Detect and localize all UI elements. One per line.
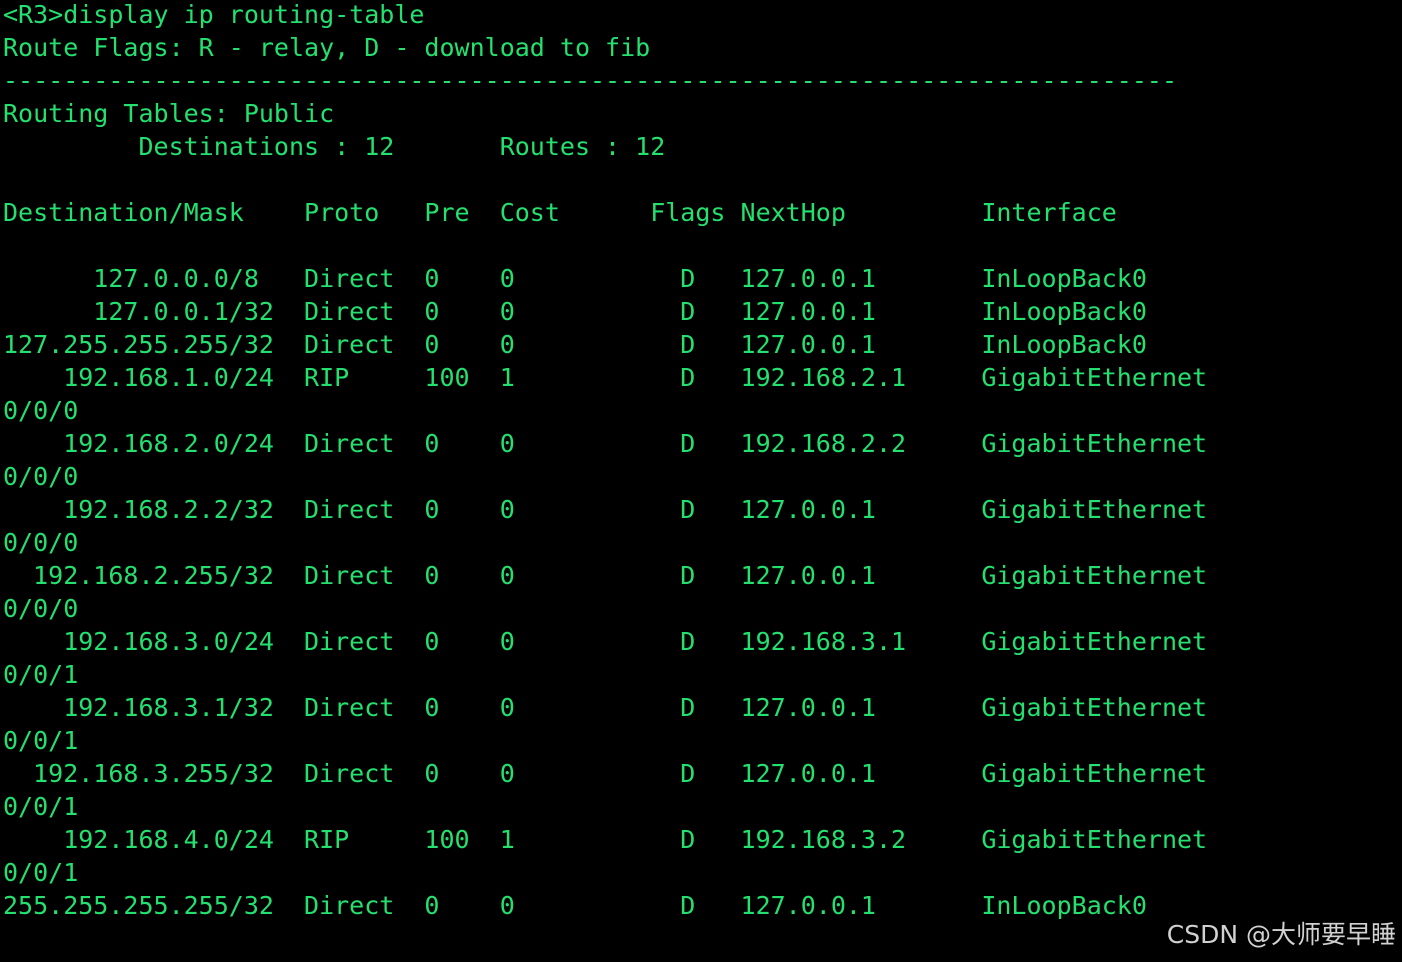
table-row-wrap: 0/0/1 xyxy=(3,660,79,689)
table-row-wrap: 0/0/0 xyxy=(3,528,79,557)
separator-line: ----------------------------------------… xyxy=(3,66,1177,95)
route-flags-legend: Route Flags: R - relay, D - download to … xyxy=(3,33,651,62)
table-row-wrap: 0/0/1 xyxy=(3,792,79,821)
table-row-wrap: 0/0/1 xyxy=(3,858,79,887)
command-line: <R3>display ip routing-table xyxy=(3,0,425,29)
terminal-window[interactable]: <R3>display ip routing-table Route Flags… xyxy=(0,0,1402,962)
table-row: 192.168.2.255/32 Direct 0 0 D 127.0.0.1 … xyxy=(3,561,1208,590)
table-row: 192.168.3.1/32 Direct 0 0 D 127.0.0.1 Gi… xyxy=(3,693,1208,722)
table-row: 192.168.2.0/24 Direct 0 0 D 192.168.2.2 … xyxy=(3,429,1208,458)
table-row: 192.168.4.0/24 RIP 100 1 D 192.168.3.2 G… xyxy=(3,825,1208,854)
table-row-wrap: 0/0/0 xyxy=(3,462,79,491)
routing-tables-title: Routing Tables: Public xyxy=(3,99,335,128)
destinations-summary: Destinations : 12 Routes : 12 xyxy=(3,132,666,161)
table-row: 127.0.0.1/32 Direct 0 0 D 127.0.0.1 InLo… xyxy=(3,297,1147,326)
table-row-wrap: 0/0/1 xyxy=(3,726,79,755)
table-row: 192.168.2.2/32 Direct 0 0 D 127.0.0.1 Gi… xyxy=(3,495,1208,524)
table-row: 255.255.255.255/32 Direct 0 0 D 127.0.0.… xyxy=(3,891,1147,920)
table-row: 192.168.1.0/24 RIP 100 1 D 192.168.2.1 G… xyxy=(3,363,1208,392)
table-row-wrap: 0/0/0 xyxy=(3,594,79,623)
table-row: 127.255.255.255/32 Direct 0 0 D 127.0.0.… xyxy=(3,330,1147,359)
table-row: 192.168.3.255/32 Direct 0 0 D 127.0.0.1 … xyxy=(3,759,1208,788)
table-row-wrap: 0/0/0 xyxy=(3,396,79,425)
table-row: 192.168.3.0/24 Direct 0 0 D 192.168.3.1 … xyxy=(3,627,1208,656)
csdn-watermark: CSDN @大师要早睡 xyxy=(1166,920,1396,949)
table-header: Destination/Mask Proto Pre Cost Flags Ne… xyxy=(3,198,1117,227)
table-row: 127.0.0.0/8 Direct 0 0 D 127.0.0.1 InLoo… xyxy=(3,264,1147,293)
